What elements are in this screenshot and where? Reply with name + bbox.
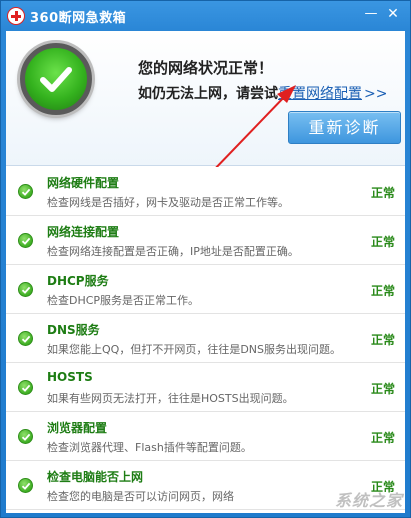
status-hint: 如仍无法上网，请尝试重置网络配置 >> [138,83,387,103]
app-window: 360断网急救箱 — ✕ 您的网络状况正常！ 如仍无法上网，请尝试重置网络配置 >… [0,0,411,518]
first-aid-icon [7,7,25,25]
item-title: 网络硬件配置 [47,176,120,190]
item-title: HOSTS [47,370,93,384]
status-badge: 正常 [370,382,395,396]
status-badge: 正常 [370,431,395,445]
main-panel: 您的网络状况正常！ 如仍无法上网，请尝试重置网络配置 >> 重新诊断 网络硬件配置… [6,31,405,513]
item-title: 检查电脑能否上网 [47,470,144,484]
list-item: 网络连接配置 检查网络连接配置是否正确，IP地址是否配置正确。 正常 [6,216,405,265]
item-desc: 检查网络连接配置是否正确，IP地址是否配置正确。 [47,245,299,258]
item-desc: 如果您能上QQ，但打不开网页，往往是DNS服务出现问题。 [47,343,341,356]
item-desc: 检查网线是否插好，网卡及驱动是否正常工作等。 [47,196,289,209]
check-icon [18,331,33,346]
list-item: 网络硬件配置 检查网线是否插好，网卡及驱动是否正常工作等。 正常 [6,167,405,216]
status-ok-icon [20,43,92,115]
status-badge: 正常 [370,186,395,200]
list-item: DNS服务 如果您能上QQ，但打不开网页，往往是DNS服务出现问题。 正常 [6,314,405,363]
reset-arrows[interactable]: >> [364,86,387,102]
status-title: 您的网络状况正常！ [138,59,274,77]
item-title: 网络连接配置 [47,225,120,239]
status-badge: 正常 [370,235,395,249]
item-desc: 检查浏览器代理、Flash插件等配置问题。 [47,441,252,454]
check-icon [18,233,33,248]
check-icon [18,429,33,444]
item-desc: 检查您的电脑是否可以访问网页，网络 [47,490,234,503]
status-badge: 正常 [370,284,395,298]
check-icon [18,478,33,493]
item-desc: 如果有些网页无法打开，往往是HOSTS出现问题。 [47,392,294,405]
item-title: 浏览器配置 [47,421,108,435]
item-title: DHCP服务 [47,274,109,288]
list-item: DHCP服务 检查DHCP服务是否正常工作。 正常 [6,265,405,314]
item-desc: 检查DHCP服务是否正常工作。 [47,294,200,307]
window-title: 360断网急救箱 [30,10,127,26]
minimize-button[interactable]: — [362,5,380,23]
list-item: HOSTS 如果有些网页无法打开，往往是HOSTS出现问题。 正常 [6,363,405,412]
check-icon [18,184,33,199]
list-item: 浏览器配置 检查浏览器代理、Flash插件等配置问题。 正常 [6,412,405,461]
watermark-logo: 系统之家 [334,491,403,510]
status-header: 您的网络状况正常！ 如仍无法上网，请尝试重置网络配置 >> 重新诊断 [6,31,405,166]
title-bar[interactable]: 360断网急救箱 — ✕ [1,1,410,31]
close-button[interactable]: ✕ [384,5,402,23]
hint-prefix: 如仍无法上网，请尝试 [138,86,278,102]
check-list: 网络硬件配置 检查网线是否插好，网卡及驱动是否正常工作等。 正常 网络连接配置 … [6,167,405,510]
item-title: DNS服务 [47,323,100,337]
reset-network-link[interactable]: 重置网络配置 [278,86,362,102]
status-badge: 正常 [370,333,395,347]
check-icon [18,282,33,297]
check-icon [18,380,33,395]
rediagnose-button[interactable]: 重新诊断 [288,111,401,144]
